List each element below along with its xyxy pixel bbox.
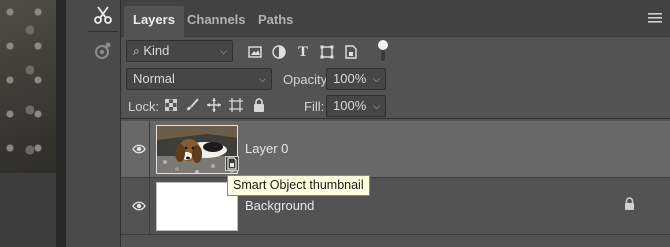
lock-image-pixels-brush-icon[interactable] bbox=[184, 97, 200, 113]
visibility-eye-icon[interactable] bbox=[131, 141, 147, 157]
visibility-eye-icon[interactable] bbox=[131, 198, 147, 214]
search-icon: ⌕ bbox=[133, 44, 140, 58]
opacity-field[interactable]: 100% ⌵ bbox=[326, 68, 386, 90]
lock-all-padlock-icon[interactable] bbox=[251, 97, 267, 113]
layer-thumbnail[interactable] bbox=[156, 182, 238, 231]
panel-menu-icon[interactable] bbox=[648, 12, 662, 24]
lock-position-move-icon[interactable] bbox=[206, 97, 222, 113]
opacity-label: Opacity: bbox=[283, 72, 331, 87]
layers-panel: Layers Channels Paths ⌕ Kind ⌵ T Normal bbox=[121, 0, 670, 247]
tab-layers[interactable]: Layers bbox=[124, 6, 184, 37]
tab-paths[interactable]: Paths bbox=[249, 6, 302, 37]
lock-label: Lock: bbox=[128, 99, 160, 114]
blend-mode-value: Normal bbox=[133, 71, 175, 86]
layer-lock-icon bbox=[624, 197, 638, 213]
panel-divider[interactable] bbox=[56, 0, 66, 247]
tooltip: Smart Object thumbnail bbox=[227, 175, 370, 196]
fill-field[interactable]: 100% ⌵ bbox=[326, 95, 386, 117]
lock-transparent-pixels-icon[interactable] bbox=[163, 97, 179, 113]
toggle-track bbox=[381, 50, 385, 61]
fill-label: Fill: bbox=[304, 99, 325, 114]
row-separator bbox=[121, 234, 670, 235]
image-filter-icon[interactable] bbox=[245, 42, 265, 62]
opacity-value: 100% bbox=[333, 71, 367, 86]
layer-row-layer-0[interactable]: Layer 0 bbox=[121, 121, 670, 177]
properties-gear-icon[interactable] bbox=[90, 38, 116, 64]
adjustment-filter-icon[interactable] bbox=[269, 42, 289, 62]
visibility-column-divider bbox=[149, 178, 150, 234]
layer-name[interactable]: Background bbox=[245, 198, 314, 213]
chevron-down-icon: ⌵ bbox=[373, 101, 380, 111]
canvas-background bbox=[0, 173, 56, 247]
blend-mode-dropdown[interactable]: Normal ⌵ bbox=[126, 68, 272, 90]
toggle-knob bbox=[378, 40, 388, 50]
layer-name[interactable]: Layer 0 bbox=[245, 141, 288, 156]
panel-tabbar: Layers Channels Paths bbox=[121, 0, 670, 37]
lock-artboard-icon[interactable] bbox=[228, 97, 244, 113]
filter-kind-dropdown[interactable]: ⌕ Kind ⌵ bbox=[126, 40, 233, 62]
smart-object-badge-icon[interactable] bbox=[225, 156, 239, 171]
collapsed-panel-strip bbox=[66, 0, 121, 247]
filter-kind-label: Kind bbox=[143, 43, 170, 58]
layer-row-background[interactable]: Background bbox=[121, 178, 670, 234]
smart-object-filter-icon[interactable] bbox=[341, 42, 361, 62]
visibility-column-divider bbox=[149, 121, 150, 177]
document-canvas[interactable] bbox=[0, 0, 56, 173]
filter-toggle-switch[interactable] bbox=[378, 40, 388, 62]
type-filter-icon[interactable]: T bbox=[293, 42, 313, 62]
tools-scissors-icon[interactable] bbox=[90, 2, 116, 28]
chevron-down-icon: ⌵ bbox=[373, 74, 380, 84]
chevron-down-icon: ⌵ bbox=[259, 74, 266, 84]
tool-separator bbox=[88, 31, 118, 32]
tab-channels[interactable]: Channels bbox=[178, 6, 255, 37]
shape-filter-icon[interactable] bbox=[317, 42, 337, 62]
layers-list-divider bbox=[121, 118, 670, 119]
chevron-down-icon: ⌵ bbox=[220, 46, 227, 56]
fill-value: 100% bbox=[333, 98, 367, 113]
